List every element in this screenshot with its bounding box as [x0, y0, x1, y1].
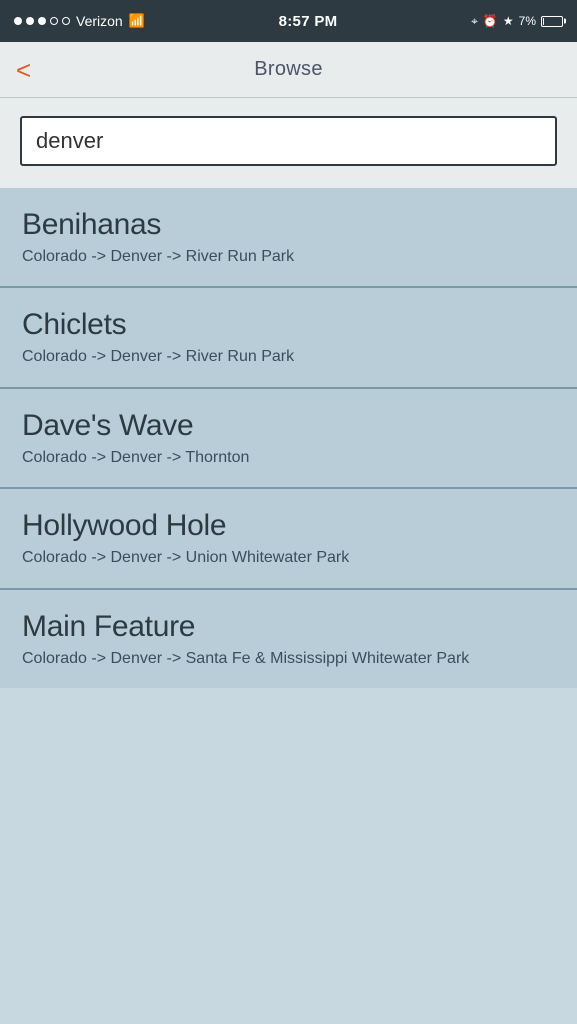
item-name: Chiclets [22, 308, 555, 342]
search-input[interactable] [20, 116, 557, 166]
dot-3 [38, 17, 46, 25]
item-path: Colorado -> Denver -> River Run Park [22, 346, 555, 368]
list-item[interactable]: Benihanas Colorado -> Denver -> River Ru… [0, 188, 577, 288]
item-path: Colorado -> Denver -> River Run Park [22, 246, 555, 268]
bluetooth-icon: ★ [503, 14, 514, 28]
signal-dots [14, 17, 70, 25]
item-path: Colorado -> Denver -> Thornton [22, 447, 555, 469]
search-area [0, 98, 577, 188]
alarm-icon: ⏰ [483, 14, 498, 28]
carrier-label: Verizon [76, 13, 123, 29]
item-name: Main Feature [22, 610, 555, 644]
list-item[interactable]: Chiclets Colorado -> Denver -> River Run… [0, 288, 577, 388]
battery-percent: 7% [519, 14, 536, 28]
results-list: Benihanas Colorado -> Denver -> River Ru… [0, 188, 577, 688]
back-button[interactable]: < [16, 57, 31, 83]
item-path: Colorado -> Denver -> Santa Fe & Mississ… [22, 648, 555, 670]
status-left: Verizon 📶 [14, 13, 145, 29]
status-bar: Verizon 📶 8:57 PM ⌖ ⏰ ★ 7% [0, 0, 577, 42]
dot-4 [50, 17, 58, 25]
dot-1 [14, 17, 22, 25]
wifi-icon: 📶 [129, 13, 145, 29]
battery-icon [541, 16, 563, 27]
status-time: 8:57 PM [279, 13, 338, 30]
item-name: Dave's Wave [22, 409, 555, 443]
list-item[interactable]: Main Feature Colorado -> Denver -> Santa… [0, 590, 577, 688]
location-icon: ⌖ [471, 14, 478, 29]
item-path: Colorado -> Denver -> Union Whitewater P… [22, 547, 555, 569]
status-right: ⌖ ⏰ ★ 7% [471, 14, 563, 29]
dot-5 [62, 17, 70, 25]
list-item[interactable]: Hollywood Hole Colorado -> Denver -> Uni… [0, 489, 577, 589]
item-name: Hollywood Hole [22, 509, 555, 543]
dot-2 [26, 17, 34, 25]
battery-fill [543, 18, 544, 25]
nav-bar: < Browse [0, 42, 577, 98]
page-title: Browse [254, 58, 323, 81]
item-name: Benihanas [22, 208, 555, 242]
list-item[interactable]: Dave's Wave Colorado -> Denver -> Thornt… [0, 389, 577, 489]
